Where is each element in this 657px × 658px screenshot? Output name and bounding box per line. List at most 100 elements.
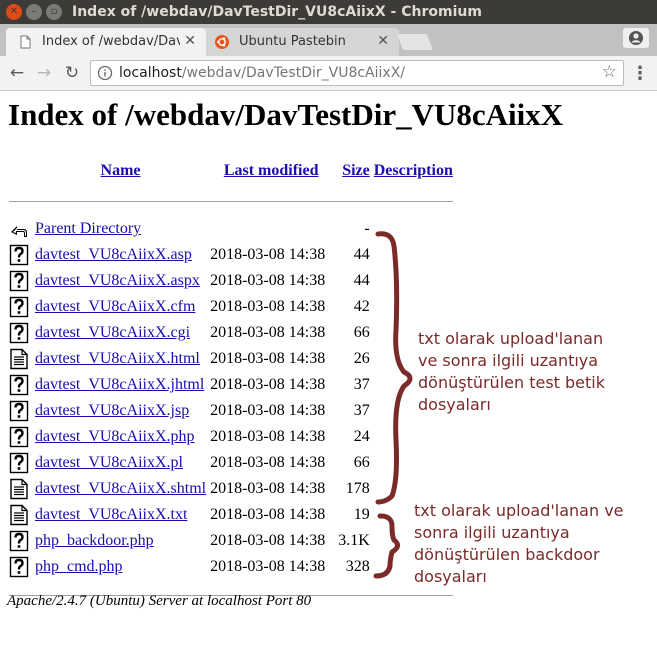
size-cell: 66 <box>353 324 370 341</box>
name-cell: davtest_VU8cAiixX.asp <box>34 243 207 267</box>
unknown-file-icon <box>8 269 32 293</box>
annotation-line: sonra ilgili uzantıya <box>414 523 570 542</box>
modified-header: Last modified <box>209 157 326 185</box>
annotation-line: txt olarak upload'lanan ve <box>414 501 624 520</box>
address-bar[interactable]: localhost/webdav/DavTestDir_VU8cAiixX/ ☆ <box>90 60 624 86</box>
table-row: davtest_VU8cAiixX.cgi 2018-03-08 14:38 66 <box>8 321 454 345</box>
table-row: davtest_VU8cAiixX.shtml 2018-03-08 14:38 1… <box>8 477 454 501</box>
size-cell: 66 <box>353 454 370 471</box>
parent-directory-link[interactable]: Parent Directory <box>35 220 141 237</box>
file-link[interactable]: davtest_VU8cAiixX.shtml <box>35 480 206 497</box>
file-link[interactable]: davtest_VU8cAiixX.cfm <box>35 298 195 315</box>
name-cell: davtest_VU8cAiixX.jsp <box>34 399 207 423</box>
modified-cell: 2018-03-08 14:38 <box>210 298 326 315</box>
description-cell <box>373 295 454 319</box>
description-cell <box>373 269 454 293</box>
url-host: localhost <box>119 65 182 81</box>
table-row: davtest_VU8cAiixX.html 2018-03-08 14:38 26 <box>8 347 454 371</box>
back-icon <box>8 217 32 241</box>
size-cell: 19 <box>353 506 370 523</box>
name-cell: davtest_VU8cAiixX.cfm <box>34 295 207 319</box>
table-row: davtest_VU8cAiixX.jsp 2018-03-08 14:38 37 <box>8 399 454 423</box>
annotation-backdoor-files: txt olarak upload'lanan ve sonra ilgili … <box>414 500 624 588</box>
sort-by-description-link[interactable]: Description <box>374 162 453 179</box>
size-cell: 178 <box>345 480 370 497</box>
tab-index-of-webdav[interactable]: Index of /webdav/DavT ✕ <box>6 28 206 56</box>
window-title: Index of /webdav/DavTestDir_VU8cAiixX - … <box>72 4 482 20</box>
name-cell: php_cmd.php <box>34 555 207 579</box>
description-cell <box>373 477 454 501</box>
url-path: /webdav/DavTestDir_VU8cAiixX/ <box>181 65 405 81</box>
page-icon <box>20 35 31 49</box>
server-signature: Apache/2.4.7 (Ubuntu) Server at localhos… <box>7 593 312 609</box>
tab-close-icon[interactable]: ✕ <box>377 33 389 49</box>
unknown-file-icon <box>8 321 32 345</box>
size-cell: 24 <box>353 428 370 445</box>
url-text: localhost/webdav/DavTestDir_VU8cAiixX/ <box>119 65 405 81</box>
file-link[interactable]: davtest_VU8cAiixX.cgi <box>35 324 190 341</box>
file-link[interactable]: davtest_VU8cAiixX.jhtml <box>35 376 204 393</box>
table-row: php_backdoor.php 2018-03-08 14:38 3.1K <box>8 529 454 553</box>
annotation-line: dönüştürülen backdoor <box>414 545 600 564</box>
modified-cell: 2018-03-08 14:38 <box>210 324 326 341</box>
unknown-file-icon <box>8 529 32 553</box>
name-cell: Parent Directory <box>34 217 207 241</box>
name-cell: davtest_VU8cAiixX.txt <box>34 503 207 527</box>
page-title: Index of /webdav/DavTestDir_VU8cAiixX <box>8 97 564 132</box>
annotation-line: dönüştürülen test betik <box>418 373 606 392</box>
file-link[interactable]: php_backdoor.php <box>35 532 154 549</box>
table-row: davtest_VU8cAiixX.cfm 2018-03-08 14:38 42 <box>8 295 454 319</box>
window-titlebar: ✕ – ▫ Index of /webdav/DavTestDir_VU8cAi… <box>0 0 657 24</box>
profile-button[interactable] <box>623 28 649 48</box>
size-cell: 26 <box>353 350 370 367</box>
window-close-button[interactable]: ✕ <box>6 4 22 20</box>
browser-toolbar: ← → ↻ localhost/webdav/DavTestDir_VU8cAi… <box>0 56 657 91</box>
menu-dots-icon[interactable]: ⋮ <box>631 62 649 84</box>
description-cell <box>373 243 454 267</box>
text-file-icon <box>8 477 32 501</box>
table-row: davtest_VU8cAiixX.aspx 2018-03-08 14:38 44 <box>8 269 454 293</box>
icon-header <box>8 157 32 185</box>
new-tab-button[interactable] <box>397 34 433 50</box>
tab-strip: Ubuntu Pastebin ✕ Index of /webdav/DavT … <box>0 24 657 56</box>
file-link[interactable]: davtest_VU8cAiixX.asp <box>35 246 192 263</box>
reload-icon[interactable]: ↻ <box>61 62 83 84</box>
tab-close-icon[interactable]: ✕ <box>184 33 196 49</box>
name-cell: php_backdoor.php <box>34 529 207 553</box>
size-cell: 44 <box>353 246 370 263</box>
file-link[interactable]: php_cmd.php <box>35 558 123 575</box>
table-row-parent: Parent Directory - <box>8 217 454 241</box>
file-link[interactable]: davtest_VU8cAiixX.pl <box>35 454 183 471</box>
file-link[interactable]: davtest_VU8cAiixX.txt <box>35 506 187 523</box>
modified-cell <box>209 217 326 241</box>
file-link[interactable]: davtest_VU8cAiixX.html <box>35 350 200 367</box>
description-header: Description <box>373 157 454 185</box>
directory-listing: Name Last modified Size Description Pare… <box>6 155 456 611</box>
table-row: php_cmd.php 2018-03-08 14:38 328 <box>8 555 454 579</box>
window-maximize-button[interactable]: ▫ <box>46 4 62 20</box>
table-row: davtest_VU8cAiixX.jhtml 2018-03-08 14:38 3… <box>8 373 454 397</box>
name-cell: davtest_VU8cAiixX.html <box>34 347 207 371</box>
sort-by-name-link[interactable]: Name <box>101 162 141 179</box>
unknown-file-icon <box>8 451 32 475</box>
forward-arrow-icon[interactable]: → <box>33 62 55 84</box>
window-minimize-button[interactable]: – <box>26 4 42 20</box>
bookmark-star-icon[interactable]: ☆ <box>602 62 617 82</box>
modified-cell: 2018-03-08 14:38 <box>210 480 326 497</box>
info-icon[interactable] <box>97 65 113 81</box>
modified-cell: 2018-03-08 14:38 <box>210 376 326 393</box>
annotation-line: dosyaları <box>414 567 487 586</box>
sort-by-modified-link[interactable]: Last modified <box>224 162 319 179</box>
file-link[interactable]: davtest_VU8cAiixX.aspx <box>35 272 200 289</box>
tab-ubuntu-pastebin[interactable]: Ubuntu Pastebin ✕ <box>203 28 399 56</box>
user-icon <box>629 31 643 45</box>
back-arrow-icon[interactable]: ← <box>6 62 28 84</box>
name-header: Name <box>34 157 207 185</box>
file-link[interactable]: davtest_VU8cAiixX.php <box>35 428 195 445</box>
file-link[interactable]: davtest_VU8cAiixX.jsp <box>35 402 189 419</box>
sort-by-size-link[interactable]: Size <box>342 162 370 179</box>
name-cell: davtest_VU8cAiixX.php <box>34 425 207 449</box>
size-cell: 3.1K <box>338 532 370 549</box>
modified-cell: 2018-03-08 14:38 <box>210 402 326 419</box>
description-cell <box>373 217 454 241</box>
